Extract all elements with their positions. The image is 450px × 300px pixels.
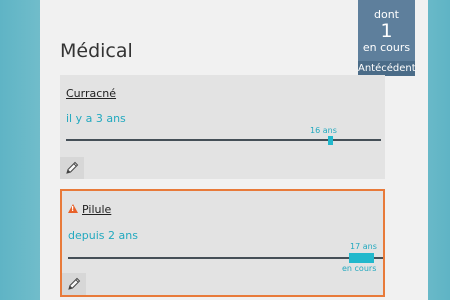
condition-duration: depuis 2 ans [68, 229, 138, 242]
condition-duration: il y a 3 ans [66, 112, 126, 125]
page-title: Médical [60, 40, 133, 62]
counter-footer: Antécédent [358, 61, 416, 76]
edit-button[interactable] [62, 273, 86, 295]
condition-name[interactable]: Curracné [66, 87, 116, 100]
counter-number: 1 [380, 20, 393, 42]
counter-suffix: en cours [362, 41, 411, 54]
age-marker [328, 136, 333, 145]
edit-button[interactable] [60, 157, 84, 179]
timeline-track [68, 257, 383, 259]
medical-panel: Médical dont 1 en cours Antécédent Curra… [40, 0, 428, 300]
timeline-track [66, 139, 381, 141]
history-card-curracne[interactable]: Curracné il y a 3 ans 16 ans [60, 75, 385, 179]
condition-name[interactable]: Pilule [82, 203, 111, 216]
current-count-badge: dont 1 en cours Antécédent [358, 0, 416, 76]
pencil-icon [66, 161, 79, 174]
pencil-icon [68, 277, 81, 290]
age-marker-label: 16 ans [310, 126, 337, 135]
warning-icon-mark: ! [71, 205, 75, 213]
ongoing-marker [349, 253, 374, 263]
ongoing-label: en cours [342, 264, 377, 273]
history-card-pilule[interactable]: ! Pilule depuis 2 ans 17 ans en cours [60, 189, 385, 297]
age-marker-label: 17 ans [350, 242, 377, 251]
